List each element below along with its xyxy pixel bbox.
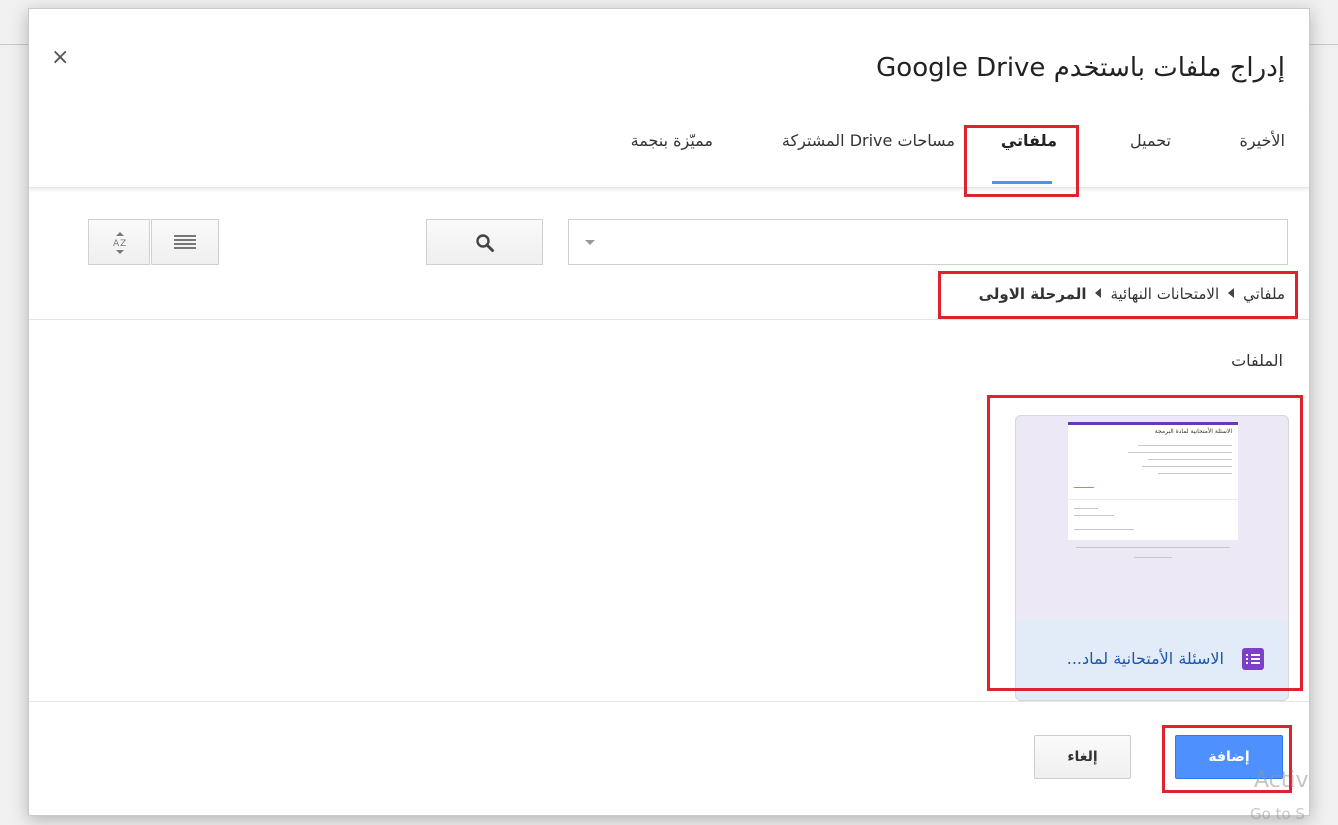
breadcrumb-separator-icon (1228, 288, 1235, 298)
thumbnail-title: الاسئلة الأمتحانية لمادة البرمجة (1154, 428, 1232, 435)
tab-recent[interactable]: الأخيرة (1240, 131, 1286, 150)
thumbnail-form-question (1068, 500, 1238, 540)
tab-upload[interactable]: تحميل (1130, 131, 1171, 150)
tab-shared-drives[interactable]: مساحات Drive المشتركة (782, 131, 955, 150)
file-thumbnail: الاسئلة الأمتحانية لمادة البرمجة (1016, 416, 1288, 620)
breadcrumb: ملفاتي الامتحانات النهائية المرحلة الاولى (979, 285, 1285, 303)
cancel-button[interactable]: إلغاء (1034, 735, 1131, 779)
svg-text:A: A (113, 239, 120, 249)
file-card[interactable]: الاسئلة الأمتحانية لمادة البرمجة الاسئلة… (1015, 415, 1289, 701)
thumbnail-line (1148, 459, 1232, 460)
svg-text:Z: Z (120, 239, 126, 249)
search-icon (476, 234, 494, 252)
breadcrumb-first-stage: المرحلة الاولى (978, 285, 1087, 303)
thumbnail-line (1134, 557, 1172, 558)
footer-divider (29, 701, 1309, 702)
thumbnail-line (1138, 445, 1232, 446)
thumbnail-line (1074, 515, 1114, 516)
tab-my-drive[interactable]: ملفاتي (1001, 131, 1057, 150)
chevron-down-icon[interactable] (585, 240, 595, 245)
sort-az-icon: A Z (113, 232, 126, 254)
search-button[interactable] (426, 219, 543, 265)
tab-starred[interactable]: مميّزة بنجمة (631, 131, 713, 150)
dialog-title: إدراج ملفات باستخدم Google Drive (876, 53, 1285, 83)
breadcrumb-separator-icon (1095, 288, 1102, 298)
thumbnail-line (1074, 508, 1098, 509)
thumbnail-line (1128, 452, 1232, 453)
files-section-label: الملفات (1231, 351, 1283, 370)
list-view-icon (174, 235, 196, 249)
thumbnail-line (1158, 473, 1232, 474)
thumbnail-line (1076, 547, 1230, 548)
close-icon[interactable]: × (51, 47, 69, 69)
activation-watermark-sub: Go to S (1250, 805, 1305, 823)
thumbnail-line (1074, 487, 1094, 488)
thumbnail-line (1074, 529, 1134, 530)
file-name: الاسئلة الأمتحانية لماد... (1066, 649, 1224, 668)
insert-files-dialog: × إدراج ملفات باستخدم Google Drive الأخي… (28, 8, 1310, 816)
file-card-footer: الاسئلة الأمتحانية لماد... (1016, 620, 1288, 700)
search-input[interactable] (568, 219, 1288, 265)
breadcrumb-my-drive[interactable]: ملفاتي (1243, 285, 1285, 303)
breadcrumb-final-exams[interactable]: الامتحانات النهائية (1110, 285, 1219, 303)
active-tab-indicator (992, 181, 1052, 184)
list-view-button[interactable] (151, 219, 219, 265)
tab-bar: الأخيرة تحميل ملفاتي مساحات Drive المشتر… (29, 109, 1309, 188)
thumbnail-line (1142, 466, 1232, 467)
divider (29, 319, 1309, 320)
thumbnail-form-header: الاسئلة الأمتحانية لمادة البرمجة (1068, 422, 1238, 499)
activation-watermark: Activ (1254, 768, 1309, 793)
google-forms-icon (1242, 648, 1264, 670)
sort-button[interactable]: A Z (88, 219, 150, 265)
